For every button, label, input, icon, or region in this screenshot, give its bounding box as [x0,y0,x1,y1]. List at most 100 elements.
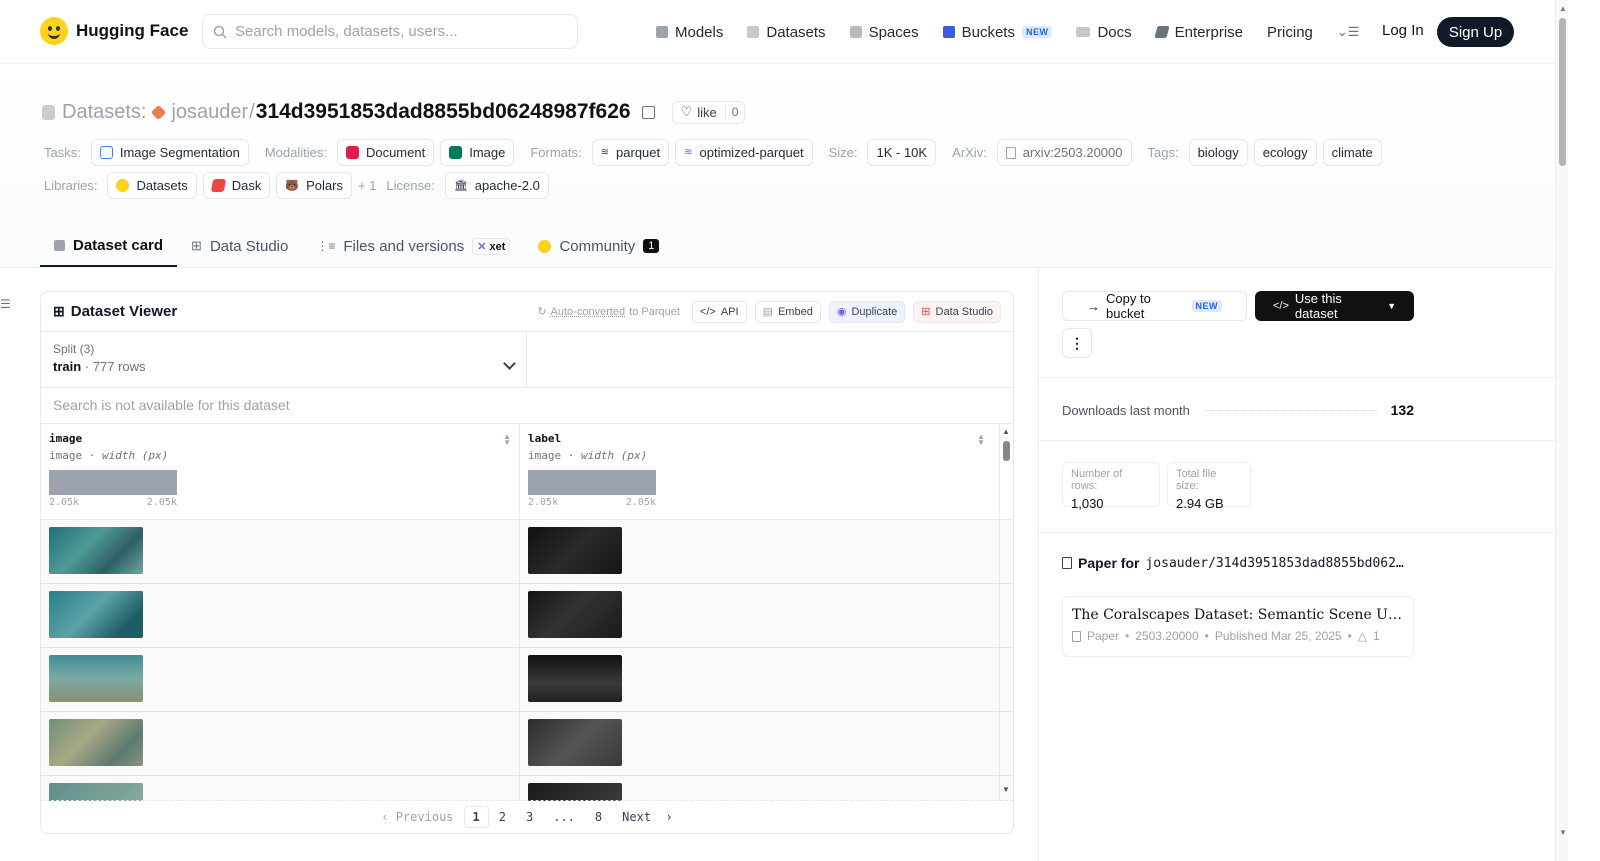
nav-spaces[interactable]: Spaces [849,24,919,41]
auto-converted-link[interactable]: Auto-converted [551,306,626,318]
table-row[interactable] [41,584,1013,648]
table-row[interactable] [41,712,1013,776]
tag-biology[interactable]: biology [1188,139,1248,166]
page-2-button[interactable]: 2 [489,806,516,828]
tag-format-parquet[interactable]: ≋ parquet [591,139,670,166]
tag-ecology[interactable]: ecology [1253,139,1317,166]
histogram-bar[interactable] [528,470,656,495]
tag-climate[interactable]: climate [1322,139,1382,166]
coral-image[interactable] [49,527,143,574]
tag-size[interactable]: 1K - 10K [867,139,937,166]
split-selector[interactable]: Split (3) train · 777 rows [41,332,527,387]
repo-owner[interactable]: josauder [171,101,248,124]
table-scrollbar[interactable]: ▲ ▼ [1000,425,1013,798]
embed-button[interactable]: ▤ Embed [754,300,821,323]
search-input[interactable] [235,23,555,40]
search-box[interactable] [202,14,578,49]
table-row[interactable] [41,520,1013,584]
tab-community[interactable]: Community 1 [524,225,673,267]
coral-image[interactable] [49,655,143,702]
table-row[interactable] [41,648,1013,712]
label-mask-image[interactable] [528,719,622,766]
tag-format-optimized-parquet[interactable]: ≋ optimized-parquet [675,139,813,166]
arrow-right-icon: → [1087,298,1100,314]
data-studio-button[interactable]: ⊞ Data Studio [913,300,1001,323]
more-libraries[interactable]: + 1 [358,178,376,193]
login-link[interactable]: Log In [1382,22,1424,39]
scroll-down-icon[interactable]: ▼ [1559,828,1567,837]
sort-icon[interactable]: ▲ ▼ [977,433,985,447]
column-image[interactable]: image image · width (px) 2.05k 2.05k ▲ ▼ [41,424,520,519]
label-mask-image[interactable] [528,783,622,801]
arxiv-label: ArXiv: [952,145,987,160]
tab-dataset-card[interactable]: Dataset card [40,225,178,267]
column-label[interactable]: label image · width (px) 2.05k 2.05k ▲ ▼ [520,424,1000,519]
database-icon [42,104,55,120]
tag-task[interactable]: Image Segmentation [90,139,249,166]
page-3-button[interactable]: 3 [516,806,543,828]
top-navbar: Hugging Face Models Datasets Spaces Buck… [0,0,1555,64]
paper-card[interactable]: The Coralscapes Dataset: Semantic Scene … [1062,596,1414,657]
tab-data-studio[interactable]: ⊞ Data Studio [177,225,302,267]
copy-to-bucket-button[interactable]: → Copy to bucket NEW [1062,291,1247,321]
rows-stat: Number of rows: 1,030 [1062,462,1160,511]
table-row[interactable] [41,776,1013,801]
previous-page-button[interactable]: ‹ Previous [371,806,463,828]
section-label[interactable]: Datasets: [62,101,146,124]
page-1-button[interactable]: 1 [463,806,489,828]
coral-image[interactable] [49,591,143,638]
nav-datasets[interactable]: Datasets [747,24,826,41]
tag-arxiv[interactable]: arxiv:2503.20000 [996,139,1132,166]
histogram-bar[interactable] [49,470,177,495]
like-button[interactable]: ♡ like 0 [671,100,746,124]
tag-license[interactable]: 🏛 apache-2.0 [444,172,549,199]
nav-models[interactable]: Models [656,24,723,41]
nav-buckets[interactable]: Buckets NEW [942,24,1053,41]
table-rows [41,520,1013,801]
sort-icon[interactable]: ▲ ▼ [503,433,511,447]
divider [1039,377,1555,378]
scroll-up-icon[interactable]: ▲ [1559,4,1567,13]
nav-docs[interactable]: Docs [1076,24,1132,41]
upvote-icon[interactable]: △ [1358,629,1367,643]
tag-library-datasets[interactable]: Datasets [107,172,197,199]
next-page-button[interactable]: Next › [612,806,683,828]
toc-toggle-icon[interactable]: ☰ [0,297,11,311]
scrollbar-thumb[interactable] [1559,18,1566,166]
label-mask-image[interactable] [528,655,622,702]
tag-library-polars[interactable]: 🐻 Polars [276,172,352,199]
repo-name[interactable]: 314d3951853dad8855bd06248987f626 [256,100,631,124]
page-8-button[interactable]: 8 [585,806,612,828]
page-ellipsis: ... [553,810,575,824]
duplicate-button[interactable]: ◉ Duplicate [828,300,906,323]
libraries-label: Libraries: [44,178,98,193]
coral-image[interactable] [49,719,143,766]
new-badge: NEW [1191,300,1222,312]
scrollbar-thumb[interactable] [1003,441,1010,461]
tag-modality-document[interactable]: Document [336,139,435,166]
label-mask-image[interactable] [528,527,622,574]
tag-library-dask[interactable]: Dask [202,172,271,199]
scroll-up-icon[interactable]: ▲ [1002,427,1010,436]
coral-image[interactable] [49,783,143,801]
scroll-down-icon[interactable]: ▼ [1002,785,1010,794]
use-this-dataset-button[interactable]: </> Use this dataset ▼ [1255,291,1414,321]
api-button[interactable]: </> API [691,300,747,323]
menu-icon: ⌄☰ [1336,24,1360,39]
column-name: label [528,432,562,445]
logo[interactable]: Hugging Face [40,17,188,45]
dataset-viewer: ⊞ Dataset Viewer ↻ Auto-converted to Parque… [40,291,1014,834]
signup-button[interactable]: Sign Up [1437,17,1514,47]
more-options-button[interactable]: ⋮ [1062,328,1092,358]
tab-files-and-versions[interactable]: ⋮≡ Files and versions ✕ xet [302,225,524,267]
nav-enterprise[interactable]: Enterprise [1154,24,1243,41]
nav-more-menu[interactable]: ⌄☰ [1337,24,1360,40]
nav-pricing[interactable]: Pricing [1267,24,1313,41]
hugging-face-icon [40,17,68,45]
hugging-face-icon [116,179,130,192]
page-scrollbar[interactable]: ▲ ▼ [1555,0,1568,861]
label-mask-image[interactable] [528,591,622,638]
tag-modality-image[interactable]: Image [440,139,515,166]
cube-icon [54,239,65,251]
copy-icon[interactable] [641,105,655,119]
